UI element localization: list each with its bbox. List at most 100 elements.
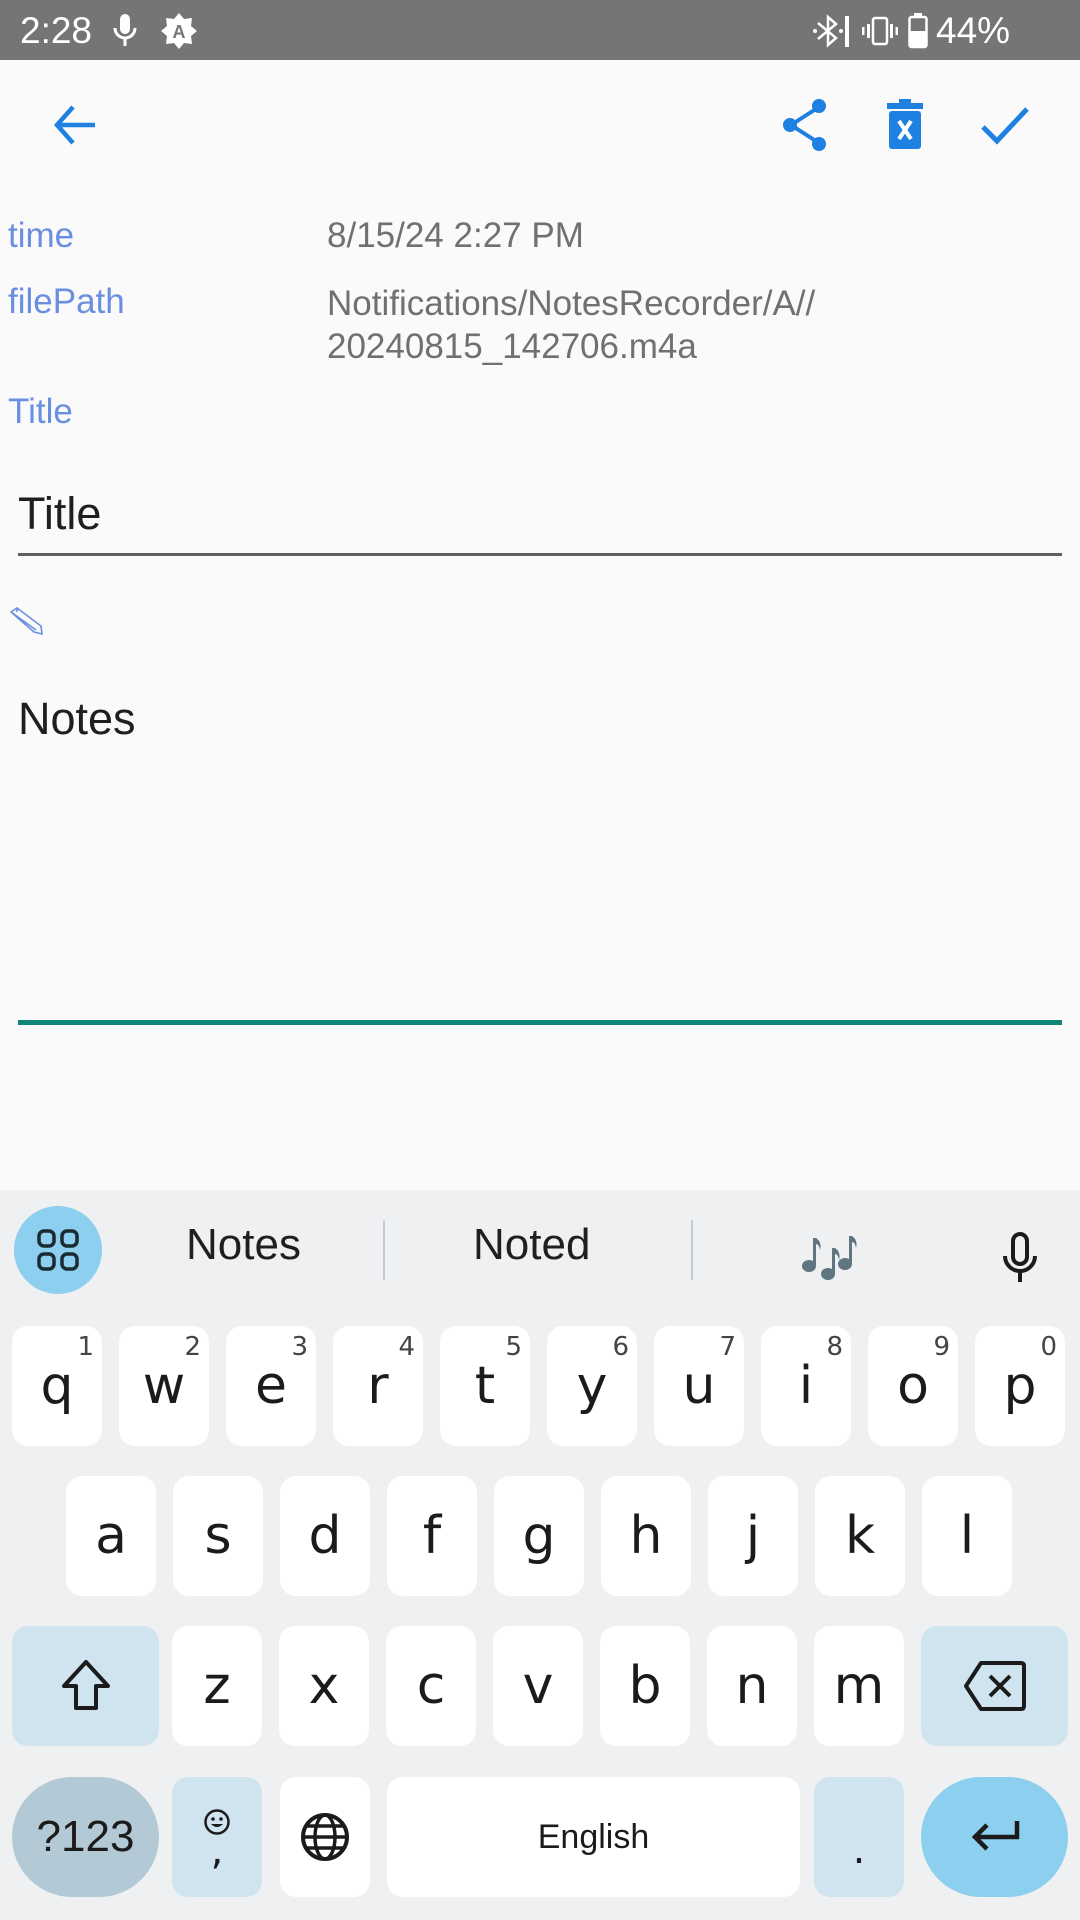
key-h[interactable]: h [601, 1476, 691, 1596]
backspace-icon [963, 1661, 1026, 1711]
comma-label: , [210, 1828, 224, 1874]
bluetooth-icon [813, 14, 849, 48]
grid-icon [37, 1229, 79, 1271]
key-label: j [745, 1506, 761, 1566]
key-label: n [735, 1656, 769, 1716]
backspace-key[interactable] [921, 1626, 1068, 1746]
arrow-back-icon [53, 105, 95, 145]
save-button[interactable] [960, 80, 1050, 170]
symbols-key-label: ?123 [36, 1812, 135, 1861]
key-label: c [416, 1656, 446, 1716]
key-e[interactable]: e3 [226, 1326, 316, 1446]
key-d[interactable]: d [280, 1476, 370, 1596]
key-r[interactable]: r4 [333, 1326, 423, 1446]
key-label: v [522, 1656, 554, 1716]
key-v[interactable]: v [493, 1626, 583, 1746]
battery-icon [908, 13, 928, 49]
language-key[interactable] [280, 1777, 370, 1897]
enter-key[interactable] [921, 1777, 1068, 1897]
key-w[interactable]: w2 [119, 1326, 209, 1446]
space-bar[interactable]: English [387, 1777, 800, 1897]
suggestion-divider [691, 1220, 693, 1280]
suggestion-1[interactable]: Notes [186, 1220, 301, 1270]
check-icon [981, 107, 1029, 145]
key-y[interactable]: y6 [547, 1326, 637, 1446]
vibrate-icon [862, 16, 898, 46]
key-label: o [897, 1356, 929, 1416]
share-button[interactable] [760, 80, 850, 170]
key-p[interactable]: p0 [975, 1326, 1065, 1446]
key-hint: 9 [933, 1332, 950, 1362]
pencil-icon [9, 607, 43, 636]
battery-percent: 44% [936, 10, 1011, 51]
key-label: q [40, 1356, 74, 1416]
globe-icon [301, 1813, 349, 1861]
title-placeholder: Title [18, 488, 102, 539]
key-label: w [142, 1356, 186, 1416]
key-k[interactable]: k [815, 1476, 905, 1596]
voice-input-icon[interactable] [1002, 1232, 1038, 1284]
key-label: x [308, 1656, 340, 1716]
key-label: s [204, 1506, 232, 1566]
apps-button[interactable] [14, 1206, 102, 1294]
key-u[interactable]: u7 [654, 1326, 744, 1446]
key-hint: 3 [291, 1332, 308, 1362]
key-f[interactable]: f [387, 1476, 477, 1596]
toolbar [0, 60, 1080, 190]
status-time: 2:28 [20, 10, 93, 51]
period-key[interactable]: . [814, 1777, 904, 1897]
key-label: y [576, 1356, 608, 1416]
notes-placeholder: Notes [18, 693, 136, 744]
key-i[interactable]: i8 [761, 1326, 851, 1446]
status-bar: 2:28 A 44% [0, 0, 1080, 60]
key-label: p [1003, 1356, 1037, 1416]
key-label: k [844, 1506, 876, 1566]
key-l[interactable]: l [922, 1476, 1012, 1596]
key-label: g [522, 1506, 556, 1566]
filepath-value-line1: Notifications/NotesRecorder/A// [327, 284, 816, 323]
shift-key[interactable] [12, 1626, 159, 1746]
key-label: r [367, 1356, 389, 1416]
key-hint: 8 [826, 1332, 843, 1362]
key-x[interactable]: x [279, 1626, 369, 1746]
key-z[interactable]: z [172, 1626, 262, 1746]
space-bar-label: English [537, 1817, 650, 1856]
suggestion-2[interactable]: Noted [473, 1220, 590, 1270]
key-label: t [474, 1356, 496, 1416]
time-value: 8/15/24 2:27 PM [327, 216, 584, 255]
key-a[interactable]: a [66, 1476, 156, 1596]
period-label: . [852, 1827, 866, 1873]
key-g[interactable]: g [494, 1476, 584, 1596]
key-hint: 6 [612, 1332, 629, 1362]
delete-button[interactable] [860, 80, 950, 170]
back-button[interactable] [30, 80, 120, 170]
filepath-label: filePath [8, 282, 125, 321]
key-n[interactable]: n [707, 1626, 797, 1746]
svg-text:A: A [173, 22, 186, 42]
key-q[interactable]: q1 [12, 1326, 102, 1446]
key-hint: 7 [719, 1332, 736, 1362]
key-label: l [959, 1506, 975, 1566]
key-label: i [798, 1356, 814, 1416]
symbols-key[interactable]: ?123 [12, 1777, 159, 1897]
key-hint: 1 [77, 1332, 94, 1362]
key-t[interactable]: t5 [440, 1326, 530, 1446]
music-notes-icon[interactable] [800, 1230, 860, 1282]
suggestion-divider [383, 1220, 385, 1280]
key-o[interactable]: o9 [868, 1326, 958, 1446]
key-hint: 2 [184, 1332, 201, 1362]
key-hint: 5 [505, 1332, 522, 1362]
key-c[interactable]: c [386, 1626, 476, 1746]
key-j[interactable]: j [708, 1476, 798, 1596]
key-hint: 0 [1040, 1332, 1057, 1362]
key-s[interactable]: s [173, 1476, 263, 1596]
key-label: z [203, 1656, 231, 1716]
notes-input[interactable]: Notes [18, 680, 1062, 1025]
key-label: b [628, 1656, 662, 1716]
key-label: h [629, 1506, 663, 1566]
title-input[interactable]: Title [18, 478, 1062, 556]
key-b[interactable]: b [600, 1626, 690, 1746]
emoji-comma-key[interactable]: , [172, 1777, 262, 1897]
key-m[interactable]: m [814, 1626, 904, 1746]
key-label: u [682, 1356, 716, 1416]
